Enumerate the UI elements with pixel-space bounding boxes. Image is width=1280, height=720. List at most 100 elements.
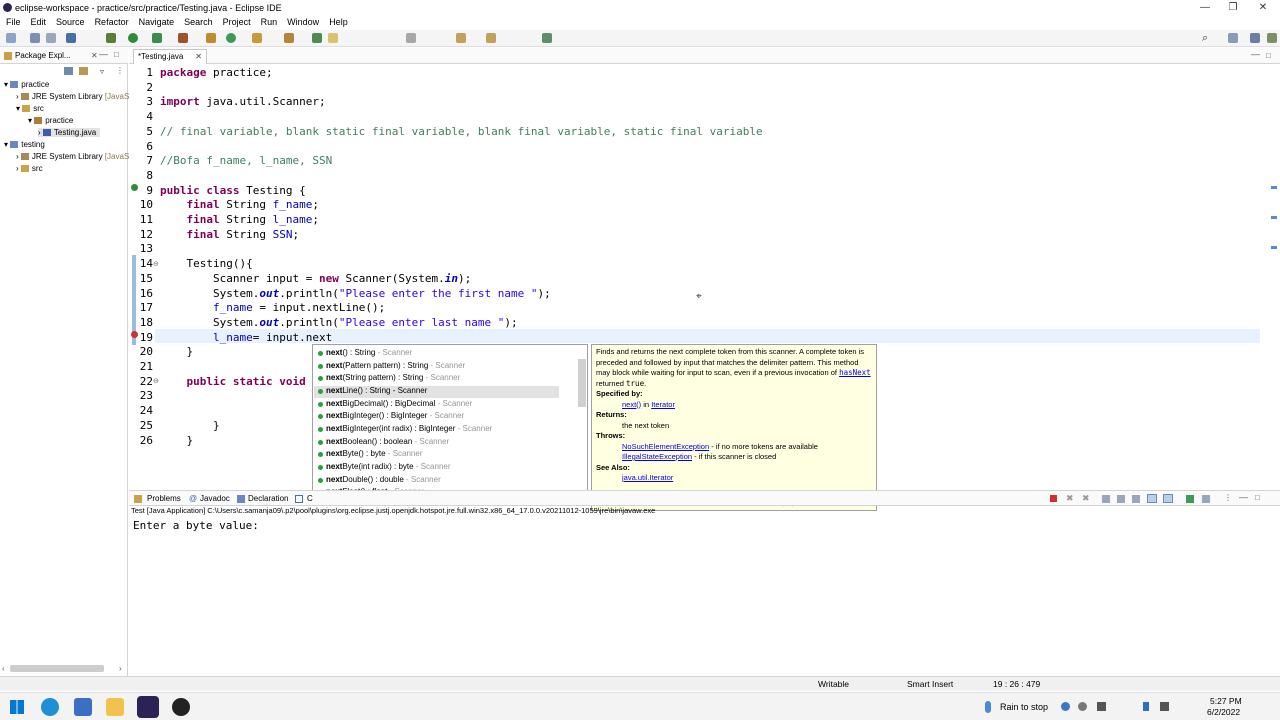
expand-arrow-icon[interactable]: ›: [16, 164, 19, 173]
bluetooth-icon[interactable]: [1143, 702, 1149, 711]
system-tray-icon[interactable]: [1061, 702, 1070, 711]
remove-launch-icon[interactable]: ✖: [1066, 493, 1074, 504]
coverage-icon[interactable]: [152, 33, 162, 43]
code-line[interactable]: Scanner input = new Scanner(System.in);: [160, 272, 471, 285]
java-perspective-icon[interactable]: [1250, 33, 1260, 43]
menu-refactor[interactable]: Refactor: [95, 16, 129, 30]
proposal-item[interactable]: nextBigDecimal() : BigDecimal - Scanner: [314, 399, 559, 411]
volume-icon[interactable]: [1160, 702, 1169, 711]
next-annotation-icon[interactable]: [406, 33, 416, 43]
fold-toggle-icon[interactable]: ⊖: [153, 377, 159, 385]
code-line[interactable]: }: [160, 419, 220, 432]
code-line[interactable]: final String SSN;: [160, 228, 300, 241]
proposal-item[interactable]: next(String pattern) : String - Scanner: [314, 373, 559, 385]
proposal-item[interactable]: nextBigInteger() : BigInteger - Scanner: [314, 411, 559, 423]
expand-arrow-icon[interactable]: ▾: [28, 116, 32, 125]
eclipse-taskbar-icon[interactable]: [137, 696, 159, 718]
minimize-panel-icon[interactable]: —: [1239, 492, 1248, 502]
code-line[interactable]: f_name = input.nextLine();: [160, 301, 385, 314]
next-link[interactable]: next(): [622, 400, 641, 409]
search-toolbar-icon[interactable]: [284, 33, 294, 43]
maximize-button[interactable]: ❐: [1218, 0, 1248, 16]
external-tools-icon[interactable]: [178, 33, 188, 43]
code-line[interactable]: public class Testing {: [160, 184, 306, 197]
package-explorer-tab[interactable]: Package Expl... ✕ — □: [0, 48, 128, 64]
remove-all-icon[interactable]: ✖: [1082, 493, 1090, 504]
cloud-icon[interactable]: [1078, 702, 1087, 711]
edge-icon[interactable]: [41, 698, 59, 716]
proposal-item[interactable]: nextBigInteger(int radix) : BigInteger -…: [314, 424, 559, 436]
collapse-all-icon[interactable]: [64, 67, 73, 75]
proposal-item[interactable]: next() : String - Scanner: [314, 348, 559, 360]
tree-item-jre-system-library-2[interactable]: › JRE System Library [JavaSE: [16, 152, 135, 161]
menu-search[interactable]: Search: [184, 16, 213, 30]
hasnext-link[interactable]: hasNext: [839, 368, 871, 377]
back-icon[interactable]: [456, 33, 466, 43]
menu-help[interactable]: Help: [329, 16, 348, 30]
code-line[interactable]: Testing(){: [160, 257, 252, 270]
new-icon[interactable]: [6, 33, 16, 43]
menu-edit[interactable]: Edit: [31, 16, 47, 30]
store-icon[interactable]: [74, 698, 92, 716]
clock-date[interactable]: 6/2/2022: [1207, 707, 1240, 717]
tree-item-testing-java[interactable]: › Testing.java: [38, 128, 101, 137]
tree-item-testing[interactable]: ▾ testing: [4, 140, 45, 149]
code-line[interactable]: // final variable, blank static final va…: [160, 125, 763, 138]
menu-window[interactable]: Window: [287, 16, 319, 30]
show-on-output-icon[interactable]: [1147, 494, 1157, 503]
code-line[interactable]: l_name= input.next: [160, 331, 332, 344]
file-explorer-icon[interactable]: [106, 698, 124, 716]
menu-project[interactable]: Project: [223, 16, 251, 30]
scroll-right-icon[interactable]: ›: [119, 664, 122, 673]
minimize-view-icon[interactable]: —: [99, 49, 108, 59]
windows-start-icon[interactable]: [10, 700, 24, 714]
show-on-error-icon[interactable]: [1163, 494, 1173, 503]
expand-arrow-icon[interactable]: ▾: [4, 80, 8, 89]
terminate-icon[interactable]: [1050, 495, 1057, 502]
code-line[interactable]: System.out.println("Please enter last na…: [160, 316, 518, 329]
tab-declaration[interactable]: Declaration: [248, 494, 288, 503]
minimize-button[interactable]: —: [1190, 0, 1220, 16]
perspective-icon[interactable]: [1228, 33, 1238, 43]
code-line[interactable]: final String f_name;: [160, 198, 319, 211]
illegalstate-link[interactable]: IllegalStateException: [622, 452, 692, 461]
expand-arrow-icon[interactable]: ▾: [16, 104, 20, 113]
toggle-mark-occurrences-icon[interactable]: [312, 33, 322, 43]
wifi-icon[interactable]: [1097, 702, 1106, 711]
close-view-icon[interactable]: ✕: [91, 51, 98, 60]
highlight-icon[interactable]: [328, 33, 338, 43]
proposal-item[interactable]: nextByte() : byte - Scanner: [314, 449, 559, 461]
minimize-editor-icon[interactable]: —: [1251, 49, 1260, 59]
tab-javadoc[interactable]: Javadoc: [200, 494, 230, 503]
view-filter-icon[interactable]: ▿: [100, 67, 104, 76]
tree-item-practice[interactable]: ▾ practice: [4, 80, 49, 89]
proposal-item[interactable]: nextLine() : String - Scanner: [314, 385, 559, 398]
menu-file[interactable]: File: [6, 16, 21, 30]
proposal-scrollbar[interactable]: [578, 359, 586, 407]
new-class-icon[interactable]: [226, 33, 236, 43]
save-icon[interactable]: [30, 33, 40, 43]
search-icon[interactable]: ⌕: [1202, 32, 1208, 45]
run-icon[interactable]: [128, 33, 138, 43]
terminal-icon[interactable]: [66, 33, 76, 43]
tab-console[interactable]: C: [307, 494, 313, 503]
iterator-link[interactable]: Iterator: [651, 400, 675, 409]
code-line[interactable]: import java.util.Scanner;: [160, 95, 326, 108]
tree-item-jre-system-library[interactable]: › JRE System Library [JavaSE: [16, 92, 135, 101]
debug-perspective-icon[interactable]: [1267, 33, 1277, 43]
code-line[interactable]: final String l_name;: [160, 213, 319, 226]
code-line[interactable]: }: [160, 434, 193, 447]
new-java-project-icon[interactable]: [206, 33, 216, 43]
expand-arrow-icon[interactable]: ›: [38, 128, 41, 137]
tree-item-package-practice[interactable]: ▾ practice: [28, 116, 73, 125]
weather-text[interactable]: Rain to stop: [1000, 702, 1048, 712]
expand-arrow-icon[interactable]: ›: [16, 152, 19, 161]
fold-toggle-icon[interactable]: ⊖: [153, 260, 159, 268]
tab-problems[interactable]: Problems: [147, 494, 181, 503]
save-all-icon[interactable]: [46, 33, 56, 43]
pin-console-icon[interactable]: [1132, 495, 1140, 503]
menu-navigate[interactable]: Navigate: [139, 16, 175, 30]
view-menu-icon[interactable]: ⋮: [1224, 493, 1232, 502]
expand-arrow-icon[interactable]: ›: [16, 92, 19, 101]
link-editor-icon[interactable]: [79, 67, 88, 75]
